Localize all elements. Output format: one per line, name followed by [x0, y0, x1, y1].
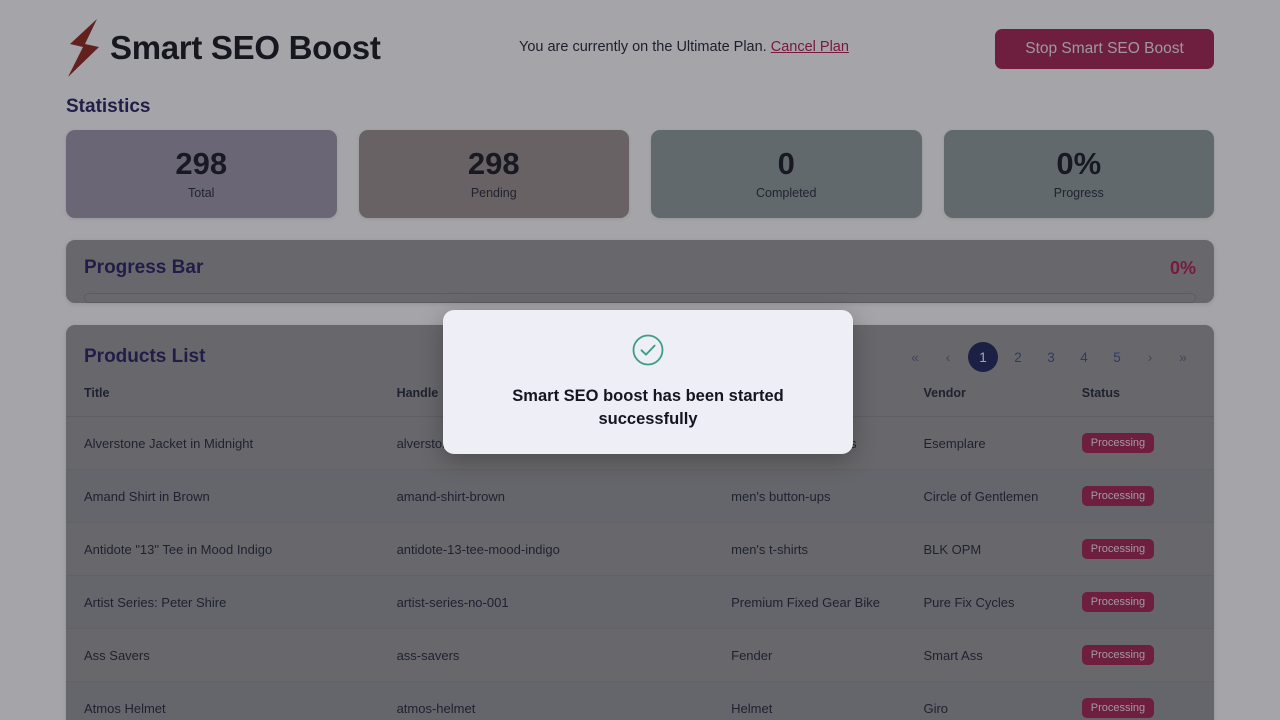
products-list-title: Products List: [84, 346, 205, 368]
pagination-first[interactable]: «: [902, 344, 928, 370]
pagination-next[interactable]: ›: [1137, 344, 1163, 370]
cell-vendor: Esemplare: [923, 417, 1081, 470]
progress-panel-header: Progress Bar 0%: [66, 240, 1214, 293]
stat-label: Pending: [471, 186, 517, 200]
pagination-prev[interactable]: ‹: [935, 344, 961, 370]
lightning-bolt-icon: [66, 19, 100, 77]
status-badge: Processing: [1082, 592, 1154, 612]
cell-product-type: Premium Fixed Gear Bike: [731, 576, 923, 629]
cell-title: Alverstone Jacket in Midnight: [66, 417, 397, 470]
pagination-last[interactable]: »: [1170, 344, 1196, 370]
cell-handle: atmos-helmet: [397, 682, 732, 720]
cell-vendor: Circle of Gentlemen: [923, 470, 1081, 523]
column-header-title: Title: [66, 386, 397, 417]
column-header-status: Status: [1082, 386, 1214, 417]
progress-percent-label: 0%: [1170, 258, 1196, 279]
success-modal-message: Smart SEO boost has been started success…: [488, 385, 808, 431]
stop-smart-seo-boost-button[interactable]: Stop Smart SEO Boost: [995, 29, 1214, 69]
cell-handle: antidote-13-tee-mood-indigo: [397, 523, 732, 576]
cell-vendor: Smart Ass: [923, 629, 1081, 682]
app-root: Smart SEO Boost You are currently on the…: [0, 0, 1280, 720]
cell-title: Artist Series: Peter Shire: [66, 576, 397, 629]
cell-status: Processing: [1082, 576, 1214, 629]
app-title: Smart SEO Boost: [110, 29, 381, 67]
table-row[interactable]: Antidote "13" Tee in Mood Indigoantidote…: [66, 523, 1214, 576]
cell-product-type: men's button-ups: [731, 470, 923, 523]
cell-vendor: Pure Fix Cycles: [923, 576, 1081, 629]
cell-title: Ass Savers: [66, 629, 397, 682]
success-modal: Smart SEO boost has been started success…: [443, 310, 853, 454]
stat-value: 298: [175, 148, 227, 181]
pagination: « ‹ 1 2 3 4 5 › »: [902, 342, 1196, 372]
progress-track: [84, 293, 1196, 303]
pagination-page-5[interactable]: 5: [1104, 344, 1130, 370]
status-badge: Processing: [1082, 539, 1154, 559]
cell-title: Antidote "13" Tee in Mood Indigo: [66, 523, 397, 576]
plan-status-text: You are currently on the Ultimate Plan.: [519, 39, 767, 55]
table-row[interactable]: Atmos Helmetatmos-helmetHelmetGiroProces…: [66, 682, 1214, 720]
brand: Smart SEO Boost: [66, 19, 381, 77]
status-badge: Processing: [1082, 433, 1154, 453]
cell-status: Processing: [1082, 470, 1214, 523]
table-row[interactable]: Amand Shirt in Brownamand-shirt-brownmen…: [66, 470, 1214, 523]
cell-handle: ass-savers: [397, 629, 732, 682]
stat-value: 0: [778, 148, 795, 181]
status-badge: Processing: [1082, 486, 1154, 506]
cancel-plan-link[interactable]: Cancel Plan: [771, 39, 849, 55]
cell-status: Processing: [1082, 523, 1214, 576]
stat-card-total: 298 Total: [66, 130, 337, 218]
plan-status-note: You are currently on the Ultimate Plan. …: [519, 39, 849, 55]
pagination-page-1[interactable]: 1: [968, 342, 998, 372]
column-header-vendor: Vendor: [923, 386, 1081, 417]
cell-status: Processing: [1082, 417, 1214, 470]
cell-handle: amand-shirt-brown: [397, 470, 732, 523]
cell-product-type: Helmet: [731, 682, 923, 720]
table-row[interactable]: Artist Series: Peter Shireartist-series-…: [66, 576, 1214, 629]
stat-value: 0%: [1056, 148, 1101, 181]
success-check-circle-icon: [631, 333, 665, 372]
cell-status: Processing: [1082, 629, 1214, 682]
stat-card-pending: 298 Pending: [359, 130, 630, 218]
progress-bar-title: Progress Bar: [84, 257, 203, 279]
pagination-page-4[interactable]: 4: [1071, 344, 1097, 370]
cell-vendor: Giro: [923, 682, 1081, 720]
cell-product-type: men's t-shirts: [731, 523, 923, 576]
statistics-heading: Statistics: [0, 96, 1280, 118]
progress-bar-panel: Progress Bar 0%: [66, 240, 1214, 303]
stat-card-completed: 0 Completed: [651, 130, 922, 218]
products-table-body: Alverstone Jacket in Midnightalverstone-…: [66, 417, 1214, 720]
pagination-page-2[interactable]: 2: [1005, 344, 1031, 370]
app-header: Smart SEO Boost You are currently on the…: [0, 0, 1280, 96]
cell-title: Atmos Helmet: [66, 682, 397, 720]
statistics-cards: 298 Total 298 Pending 0 Completed 0% Pro…: [0, 130, 1280, 218]
table-row[interactable]: Ass Saversass-saversFenderSmart AssProce…: [66, 629, 1214, 682]
status-badge: Processing: [1082, 698, 1154, 718]
cell-handle: artist-series-no-001: [397, 576, 732, 629]
stat-label: Completed: [756, 186, 816, 200]
cell-title: Amand Shirt in Brown: [66, 470, 397, 523]
stat-card-progress: 0% Progress: [944, 130, 1215, 218]
cell-status: Processing: [1082, 682, 1214, 720]
cell-vendor: BLK OPM: [923, 523, 1081, 576]
stat-label: Progress: [1054, 186, 1104, 200]
pagination-page-3[interactable]: 3: [1038, 344, 1064, 370]
stat-label: Total: [188, 186, 214, 200]
stat-value: 298: [468, 148, 520, 181]
cell-product-type: Fender: [731, 629, 923, 682]
status-badge: Processing: [1082, 645, 1154, 665]
